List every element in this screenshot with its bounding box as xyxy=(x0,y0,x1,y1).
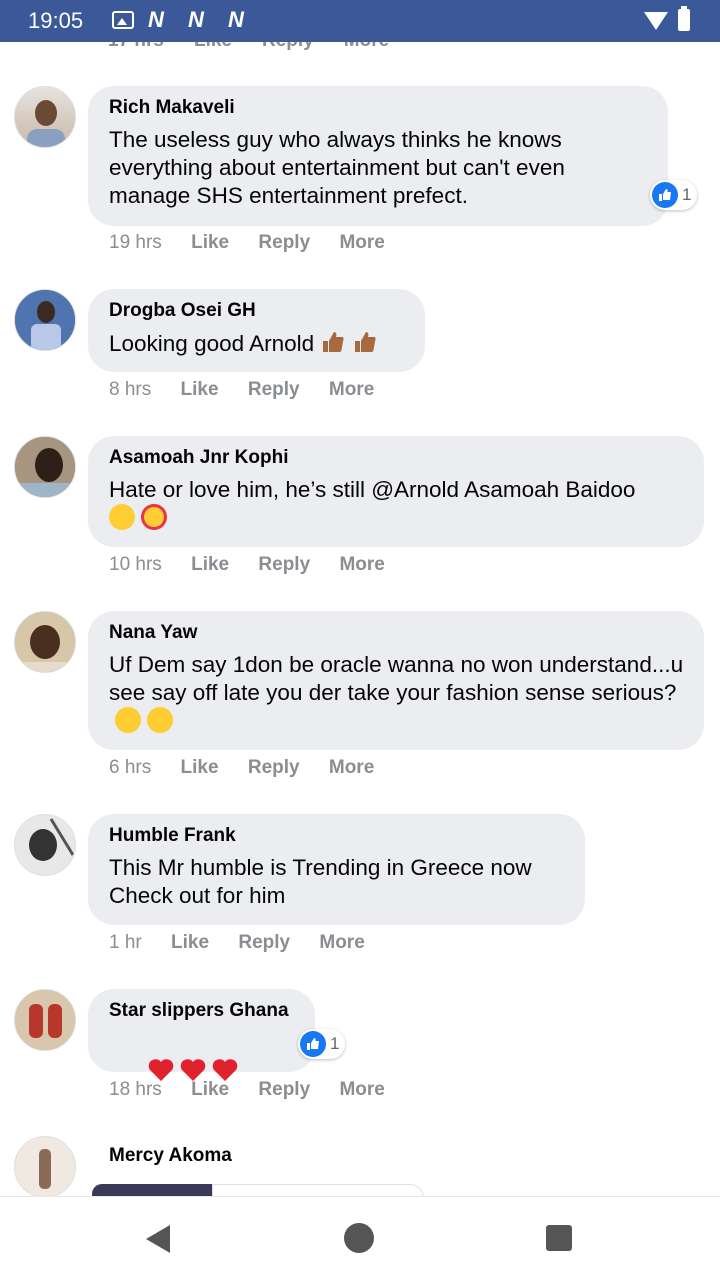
comment-time: 8 hrs xyxy=(109,379,152,400)
avatar[interactable] xyxy=(14,814,76,876)
comment-bubble[interactable]: Rich Makaveli The useless guy who always… xyxy=(88,86,668,226)
like-button[interactable]: Like xyxy=(191,1079,229,1101)
n-icon: N xyxy=(228,7,244,32)
rofl-emoji xyxy=(115,707,141,733)
comment-actions: 8 hrs Like Reply More xyxy=(109,379,398,401)
thumbs-up-emoji xyxy=(323,332,344,352)
reaction-badge[interactable]: 1 xyxy=(298,1029,346,1059)
like-button[interactable]: Like xyxy=(191,232,229,254)
reply-button[interactable]: Reply xyxy=(258,232,310,254)
comment-bubble[interactable]: Asamoah Jnr Kophi Hate or love him, he’s… xyxy=(88,436,704,547)
gallery-icon xyxy=(112,11,134,29)
reply-button[interactable]: Reply xyxy=(238,932,290,954)
comment-actions: 10 hrs Like Reply More xyxy=(109,554,409,576)
like-reaction-icon xyxy=(652,182,678,208)
battery-icon xyxy=(678,6,690,31)
comment-author[interactable]: Star slippers Ghana xyxy=(109,999,295,1023)
comment-author[interactable]: Rich Makaveli xyxy=(109,96,648,120)
status-time: 19:05 xyxy=(28,8,84,33)
comment-time: 1 hr xyxy=(109,932,142,953)
comment-actions: 19 hrs Like Reply More xyxy=(109,232,409,254)
n-icon: N xyxy=(148,7,164,32)
comment-time: 10 hrs xyxy=(109,554,162,575)
more-button[interactable]: More xyxy=(339,1079,384,1101)
avatar[interactable] xyxy=(14,86,76,148)
system-navigation-bar xyxy=(0,1196,720,1281)
comment-author[interactable]: Mercy Akoma xyxy=(109,1144,232,1168)
n-icon: N xyxy=(188,7,204,32)
comment-author[interactable]: Humble Frank xyxy=(109,824,565,848)
comment-text: Uf Dem say 1don be oracle wanna no won u… xyxy=(109,652,690,705)
comment-text: Hate or love him, he’s still @Arnold Asa… xyxy=(109,477,636,502)
avatar[interactable] xyxy=(14,989,76,1051)
rofl-emoji xyxy=(147,707,173,733)
recent-apps-icon[interactable] xyxy=(546,1225,572,1251)
avatar[interactable] xyxy=(14,289,76,351)
reaction-count: 1 xyxy=(330,1034,340,1053)
comment-bubble[interactable]: Drogba Osei GH Looking good Arnold xyxy=(88,289,425,372)
reaction-count: 1 xyxy=(682,185,692,204)
avatar[interactable] xyxy=(14,611,76,673)
comment-actions: 1 hr Like Reply More xyxy=(109,932,389,954)
smiling-hearts-emoji xyxy=(141,504,167,530)
reply-button[interactable]: Reply xyxy=(248,379,300,401)
like-reaction-icon xyxy=(300,1031,326,1057)
like-button[interactable]: Like xyxy=(171,932,209,954)
face-emoji xyxy=(109,504,135,530)
comment-bubble[interactable]: Star slippers Ghana xyxy=(88,989,315,1081)
comment-actions: 6 hrs Like Reply More xyxy=(109,757,398,779)
comment-text: Looking good Arnold xyxy=(109,331,315,356)
reply-button[interactable]: Reply xyxy=(258,554,310,576)
comment-actions: 18 hrs Like Reply More xyxy=(109,1079,409,1101)
comment-author[interactable]: Drogba Osei GH xyxy=(109,299,405,323)
home-icon[interactable] xyxy=(344,1223,374,1253)
comment-time: 18 hrs xyxy=(109,1079,162,1100)
wifi-icon xyxy=(644,12,668,30)
like-button[interactable]: Like xyxy=(181,379,219,401)
like-button[interactable]: Like xyxy=(191,554,229,576)
like-button[interactable]: Like xyxy=(181,757,219,779)
avatar[interactable] xyxy=(14,436,76,498)
back-icon[interactable] xyxy=(146,1225,170,1253)
more-button[interactable]: More xyxy=(329,757,374,779)
more-button[interactable]: More xyxy=(319,932,364,954)
reply-button[interactable]: Reply xyxy=(248,757,300,779)
comment-author[interactable]: Nana Yaw xyxy=(109,621,684,645)
reaction-badge[interactable]: 1 xyxy=(650,180,698,210)
status-bar: 19:05 N N N xyxy=(0,0,720,42)
comment-text: The useless guy who always thinks he kno… xyxy=(109,127,572,208)
comment-bubble[interactable]: Humble Frank This Mr humble is Trending … xyxy=(88,814,585,925)
comment-bubble[interactable]: Nana Yaw Uf Dem say 1don be oracle wanna… xyxy=(88,611,704,750)
comment-time: 19 hrs xyxy=(109,232,162,253)
avatar[interactable] xyxy=(14,1136,76,1198)
reply-button[interactable]: Reply xyxy=(258,1079,310,1101)
thumbs-up-emoji xyxy=(355,332,376,352)
more-button[interactable]: More xyxy=(329,379,374,401)
comment-time: 6 hrs xyxy=(109,757,152,778)
more-button[interactable]: More xyxy=(339,232,384,254)
more-button[interactable]: More xyxy=(339,554,384,576)
comment-author[interactable]: Asamoah Jnr Kophi xyxy=(109,446,684,470)
comment-text: This Mr humble is Trending in Greece now… xyxy=(109,855,538,908)
